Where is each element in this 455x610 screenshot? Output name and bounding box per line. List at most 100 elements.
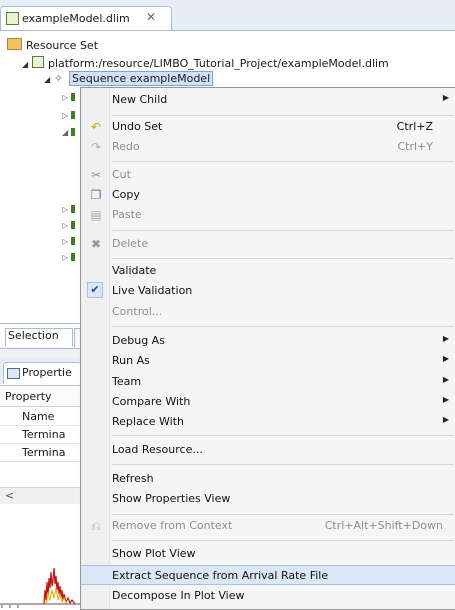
menu-item-validate[interactable]: Validate xyxy=(81,261,455,281)
node-icon xyxy=(71,93,76,101)
scroll-left-icon[interactable]: < xyxy=(5,489,14,502)
submenu-arrow-icon: ▶ xyxy=(442,415,449,424)
menu-item-live-validation[interactable]: ✔ Live Validation xyxy=(81,281,455,301)
node-icon xyxy=(71,128,76,136)
menu-item-undo[interactable]: ↶ Undo Set Ctrl+Z xyxy=(81,117,455,137)
menu-item-label: Undo Set xyxy=(112,120,163,133)
sequence-icon: ✧ xyxy=(54,72,64,85)
menu-separator xyxy=(112,258,454,259)
menu-item-label: Paste xyxy=(112,208,142,221)
menu-item-control[interactable]: Control... xyxy=(81,302,455,322)
tree-item-sequence[interactable]: ◢ ✧ Sequence exampleModel xyxy=(44,71,214,88)
menu-item-run-as[interactable]: Run As ▶ xyxy=(81,351,455,371)
shortcut-label: Ctrl+Alt+Shift+Down xyxy=(324,519,443,532)
copy-icon: ❐ xyxy=(90,188,102,202)
tree-child-node[interactable]: ▷ xyxy=(62,93,76,111)
menu-item-delete[interactable]: ✖ Delete xyxy=(81,234,455,254)
properties-divider xyxy=(0,385,82,386)
editor-tab-bar: exampleModel.dlim ✕ xyxy=(0,0,455,30)
arrival-rate-line xyxy=(43,567,76,605)
shortcut-label: Ctrl+Y xyxy=(397,140,433,153)
resource-label: platform:/resource/LIMBO_Tutorial_Projec… xyxy=(48,57,389,70)
menu-item-extract-sequence[interactable]: Extract Sequence from Arrival Rate File xyxy=(81,565,455,585)
dlim-file-icon xyxy=(6,12,19,25)
property-column-header[interactable]: Property xyxy=(0,387,82,407)
menu-item-replace-with[interactable]: Replace With ▶ xyxy=(81,412,455,432)
collapsed-triangle-icon: ▷ xyxy=(62,253,69,262)
table-row[interactable]: Termina xyxy=(0,443,82,462)
menu-item-label: New Child xyxy=(112,93,168,106)
menu-item-remove-from-context[interactable]: ⎌ Remove from Context Ctrl+Alt+Shift+Dow… xyxy=(81,516,455,536)
menu-item-label: Redo xyxy=(112,140,140,153)
menu-separator xyxy=(112,540,454,541)
property-name: Termina xyxy=(22,428,66,441)
node-icon xyxy=(71,205,76,213)
expand-triangle-icon[interactable]: ◢ xyxy=(44,75,54,84)
menu-item-label: Compare With xyxy=(112,395,191,408)
menu-item-label: Load Resource... xyxy=(112,443,203,456)
paste-icon: ▤ xyxy=(90,208,102,222)
tab-divider xyxy=(0,30,455,31)
property-name: Termina xyxy=(22,446,66,459)
property-name: Name xyxy=(22,410,55,423)
tree-root-resource-set[interactable]: Resource Set xyxy=(7,38,98,54)
table-row[interactable]: Termina xyxy=(0,425,82,444)
menu-item-label: Replace With xyxy=(112,415,184,428)
remove-context-icon: ⎌ xyxy=(91,519,101,533)
menu-separator xyxy=(112,115,454,116)
menu-item-cut[interactable]: ✂ Cut xyxy=(81,165,455,185)
menu-item-label: Team xyxy=(112,375,142,388)
menu-item-team[interactable]: Team ▶ xyxy=(81,372,455,392)
editor-tab-title: exampleModel.dlim xyxy=(22,12,130,25)
close-icon[interactable]: ✕ xyxy=(146,10,156,24)
menu-item-label: Run As xyxy=(112,354,150,367)
tree-child-node[interactable]: ◢ xyxy=(62,128,76,146)
collapsed-triangle-icon: ▷ xyxy=(62,237,69,246)
menu-item-show-properties-view[interactable]: Show Properties View xyxy=(81,489,455,509)
shortcut-label: Ctrl+Z xyxy=(396,120,433,133)
menu-item-refresh[interactable]: Refresh xyxy=(81,469,455,489)
node-icon xyxy=(71,111,76,119)
menu-item-label: Show Plot View xyxy=(112,547,196,560)
resource-set-icon xyxy=(7,38,22,50)
horizontal-scrollbar[interactable]: < xyxy=(0,487,82,504)
menu-item-label: Copy xyxy=(112,188,140,201)
menu-item-label: Remove from Context xyxy=(112,519,233,532)
submenu-arrow-icon: ▶ xyxy=(442,354,449,363)
editor-tab[interactable]: exampleModel.dlim ✕ xyxy=(0,6,172,30)
table-row[interactable]: Name xyxy=(0,407,82,426)
tree-item-resource[interactable]: ◢ platform:/resource/LIMBO_Tutorial_Proje… xyxy=(22,56,389,72)
menu-item-label: Validate xyxy=(112,264,157,277)
properties-icon xyxy=(7,368,20,379)
editor-page-tabs: Selection xyxy=(0,323,84,347)
sequence-label: Sequence exampleModel xyxy=(69,71,214,86)
arrival-rate-plot-fragment xyxy=(0,567,82,608)
expand-triangle-icon[interactable]: ◢ xyxy=(22,60,32,69)
menu-item-label: Delete xyxy=(112,237,149,250)
expand-triangle-icon: ◢ xyxy=(62,128,69,137)
undo-icon: ↶ xyxy=(90,120,102,134)
tree-child-node[interactable]: ▷ xyxy=(62,111,76,129)
menu-item-new-child[interactable]: New Child ▶ xyxy=(81,90,455,110)
menu-separator xyxy=(112,326,454,327)
tree-child-node[interactable]: ▷ xyxy=(62,253,76,271)
menu-separator xyxy=(112,161,454,162)
menu-item-paste[interactable]: ▤ Paste xyxy=(81,205,455,225)
tab-properties[interactable]: Propertie xyxy=(3,362,82,384)
tab-selection[interactable]: Selection xyxy=(5,328,73,346)
tab-properties-label: Propertie xyxy=(22,366,72,379)
menu-item-debug-as[interactable]: Debug As ▶ xyxy=(81,331,455,351)
menu-item-redo[interactable]: ↷ Redo Ctrl+Y xyxy=(81,137,455,157)
property-header-label: Property xyxy=(5,390,52,403)
resource-icon xyxy=(32,56,44,68)
menu-item-load-resource[interactable]: Load Resource... xyxy=(81,440,455,460)
menu-item-label: Refresh xyxy=(112,472,154,485)
menu-separator xyxy=(112,464,454,465)
node-icon xyxy=(71,221,76,229)
menu-item-show-plot-view[interactable]: Show Plot View xyxy=(81,544,455,564)
menu-item-copy[interactable]: ❐ Copy xyxy=(81,185,455,205)
menu-item-label: Debug As xyxy=(112,334,165,347)
menu-item-label: Extract Sequence from Arrival Rate File xyxy=(112,569,329,582)
menu-item-decompose-in-plot-view[interactable]: Decompose In Plot View xyxy=(81,586,455,606)
menu-item-compare-with[interactable]: Compare With ▶ xyxy=(81,392,455,412)
